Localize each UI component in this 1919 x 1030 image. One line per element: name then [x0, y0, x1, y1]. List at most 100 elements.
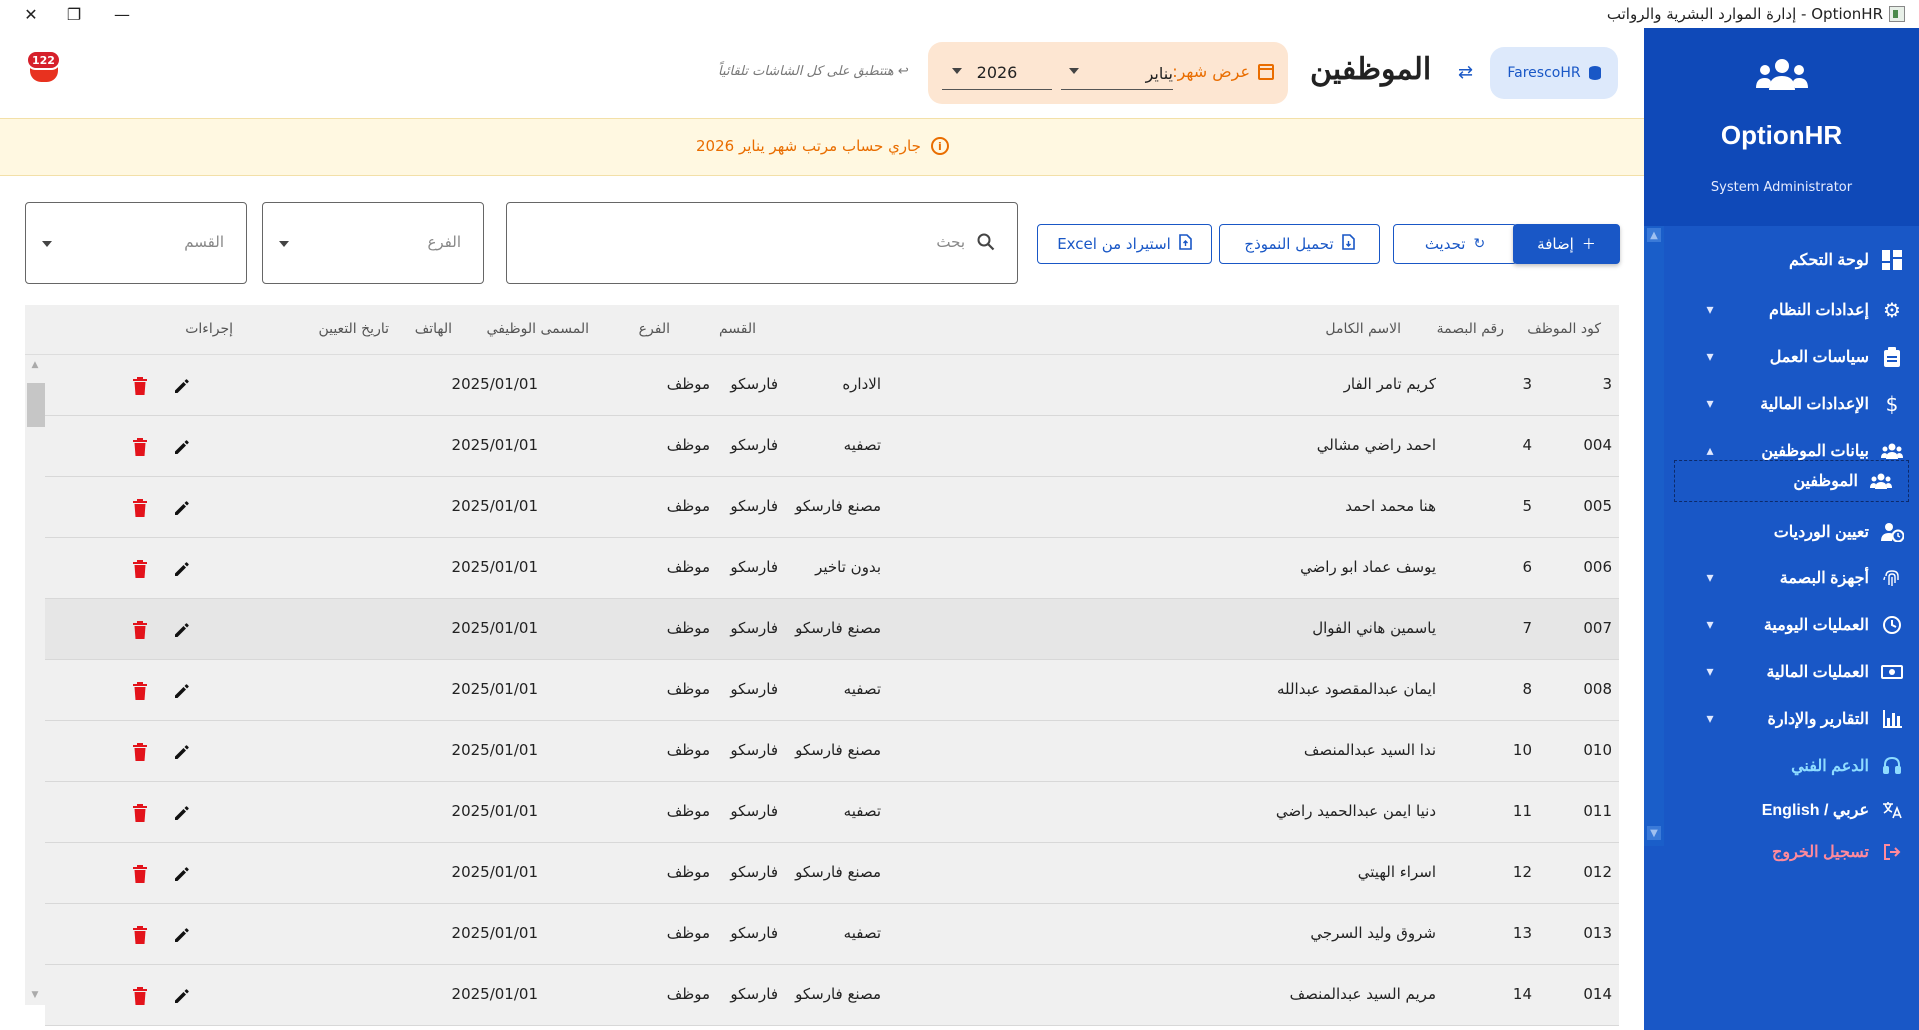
table-row[interactable]: 012 12 اسراء الهيتي مصنع فارسكو فارسكو موظف 20… [45, 843, 1619, 904]
sidebar-item-system-settings[interactable]: ⚙ إعدادات النظام ▾ [1664, 288, 1919, 332]
edit-icon[interactable] [173, 682, 191, 700]
sidebar-item-fingerprint-devices[interactable]: أجهزة البصمة ▾ [1664, 556, 1919, 600]
edit-icon[interactable] [173, 865, 191, 883]
scroll-up-icon[interactable]: ▲ [1647, 228, 1661, 242]
sidebar-item-language[interactable]: عربي / English [1664, 788, 1919, 832]
edit-icon[interactable] [173, 926, 191, 944]
cell-code: 010 [1583, 741, 1612, 759]
sidebar-item-financial-operations[interactable]: العمليات المالية ▾ [1664, 650, 1919, 694]
sidebar-item-dashboard[interactable]: لوحة التحكم [1664, 238, 1919, 282]
table-row[interactable]: 008 8 ايمان عبدالمقصود عبدالله تصفيه فارسكو م… [45, 660, 1619, 721]
cell-name: ايمان عبدالمقصود عبدالله [1276, 680, 1436, 698]
month-select[interactable]: يناير [1061, 56, 1173, 90]
edit-icon[interactable] [173, 560, 191, 578]
sidebar-item-daily-operations[interactable]: العمليات اليومية ▾ [1664, 603, 1919, 647]
delete-icon[interactable] [133, 377, 147, 395]
sidebar-item-reports[interactable]: التقارير والإدارة ▾ [1664, 697, 1919, 741]
edit-icon[interactable] [173, 743, 191, 761]
table-row[interactable]: 005 5 هنا محمد احمد مصنع فارسكو فارسكو موظف 20… [45, 477, 1619, 538]
chevron-down-icon[interactable]: ▾ [1700, 615, 1720, 635]
edit-icon[interactable] [173, 804, 191, 822]
chevron-down-icon[interactable]: ▾ [1700, 394, 1720, 414]
download-template-button[interactable]: تحميل النموذج [1219, 224, 1380, 264]
cell-job-title: موظف [666, 619, 710, 637]
sidebar-item-financial-settings[interactable]: $ الإعدادات المالية ▾ [1664, 382, 1919, 426]
cell-job-title: موظف [666, 985, 710, 1003]
scroll-down-icon[interactable]: ▼ [29, 989, 41, 1001]
add-employee-button[interactable]: ＋ إضافة [1513, 224, 1620, 264]
edit-icon[interactable] [173, 621, 191, 639]
header-department[interactable]: القسم [719, 321, 756, 337]
search-input[interactable]: بحث [506, 202, 1018, 284]
table-scrollbar[interactable]: ▲ ▼ [25, 355, 45, 1005]
database-icon [1588, 66, 1601, 80]
edit-icon[interactable] [173, 987, 191, 1005]
scroll-down-icon[interactable]: ▼ [1647, 826, 1661, 840]
edit-icon[interactable] [173, 499, 191, 517]
chevron-down-icon[interactable]: ▾ [1700, 709, 1720, 729]
headset-icon [1879, 753, 1905, 779]
chevron-up-icon[interactable]: ▴ [1700, 441, 1720, 461]
delete-icon[interactable] [133, 865, 147, 883]
scrollbar-thumb[interactable] [27, 383, 45, 427]
department-select[interactable]: القسم [25, 202, 247, 284]
year-select[interactable]: 2026 [942, 56, 1052, 90]
delete-icon[interactable] [133, 926, 147, 944]
table-row[interactable]: 013 13 شروق وليد السرجي تصفيه فارسكو موظف 2025… [45, 904, 1619, 965]
header-code[interactable]: كود الموظف [1527, 321, 1601, 337]
sidebar-scrollbar[interactable]: ▲ ▼ [1644, 226, 1664, 846]
cell-job-title: موظف [666, 741, 710, 759]
header-hire-date[interactable]: تاريخ التعيين [318, 321, 389, 337]
delete-icon[interactable] [133, 560, 147, 578]
table-row[interactable]: 010 10 ندا السيد عبدالمنصف مصنع فارسكو فارسك… [45, 721, 1619, 782]
delete-icon[interactable] [133, 621, 147, 639]
header-phone[interactable]: الهاتف [415, 321, 452, 337]
delete-icon[interactable] [133, 987, 147, 1005]
sidebar-item-shift-assignment[interactable]: تعيين الورديات [1664, 510, 1919, 554]
chevron-down-icon[interactable]: ▾ [1700, 300, 1720, 320]
database-badge[interactable]: FarescoHR [1490, 47, 1618, 99]
branch-select[interactable]: الفرع [262, 202, 484, 284]
calendar-icon [1258, 63, 1274, 80]
chevron-down-icon[interactable]: ▾ [1700, 347, 1720, 367]
table-row[interactable]: 006 6 يوسف عماد ابو راضي بدون تاخير فارسكو مو… [45, 538, 1619, 599]
table-row[interactable]: 011 11 دنيا ايمن عبدالحميد راضي تصفيه فارسكو… [45, 782, 1619, 843]
delete-icon[interactable] [133, 438, 147, 456]
cell-department: مصنع فارسكو [795, 497, 881, 515]
scroll-up-icon[interactable]: ▲ [29, 359, 41, 371]
notifications-button[interactable]: 122 [26, 50, 62, 86]
sidebar-item-employees[interactable]: الموظفين [1674, 460, 1909, 502]
delete-icon[interactable] [133, 499, 147, 517]
cell-job-title: موظف [666, 863, 710, 881]
header-name[interactable]: الاسم الكامل [1325, 321, 1401, 337]
restore-icon[interactable]: ❐ [63, 4, 85, 24]
delete-icon[interactable] [133, 682, 147, 700]
refresh-button[interactable]: ↻ تحديث [1393, 224, 1517, 264]
dropdown-arrow-icon [1069, 68, 1079, 74]
minimize-icon[interactable]: — [111, 4, 133, 24]
delete-icon[interactable] [133, 743, 147, 761]
sidebar-item-logout[interactable]: تسجيل الخروج [1664, 830, 1919, 874]
sidebar-item-support[interactable]: الدعم الفني [1664, 744, 1919, 788]
header-fingerprint[interactable]: رقم البصمة [1437, 321, 1504, 337]
header-job-title[interactable]: المسمى الوظيفي [487, 321, 589, 337]
table-row[interactable]: 007 7 ياسمين هاني الفوال مصنع فارسكو فارسكو م… [45, 599, 1619, 660]
cell-branch: فارسكو [730, 436, 778, 454]
import-excel-button[interactable]: استيراد من Excel [1037, 224, 1212, 264]
table-row[interactable]: 3 3 كريم تامر الفار الاداره فارسكو موظف 2025/0… [45, 355, 1619, 416]
table-row[interactable]: 004 4 احمد راضي مشالي تصفيه فارسكو موظف 2025/0… [45, 416, 1619, 477]
edit-icon[interactable] [173, 438, 191, 456]
delete-icon[interactable] [133, 804, 147, 822]
table-row[interactable]: 014 14 مريم السيد عبدالمنصف مصنع فارسكو فارس… [45, 965, 1619, 1026]
header-branch[interactable]: الفرع [639, 321, 670, 337]
close-icon[interactable]: ✕ [20, 4, 42, 24]
chevron-down-icon[interactable]: ▾ [1700, 568, 1720, 588]
swap-icon[interactable]: ⇄ [1458, 62, 1473, 83]
dropdown-arrow-icon [952, 68, 962, 74]
cell-job-title: موظف [666, 497, 710, 515]
month-label-text: عرض شهر: [1172, 62, 1250, 81]
chevron-down-icon[interactable]: ▾ [1700, 662, 1720, 682]
sidebar-item-work-policies[interactable]: سياسات العمل ▾ [1664, 335, 1919, 379]
branch-placeholder: الفرع [427, 233, 461, 251]
edit-icon[interactable] [173, 377, 191, 395]
